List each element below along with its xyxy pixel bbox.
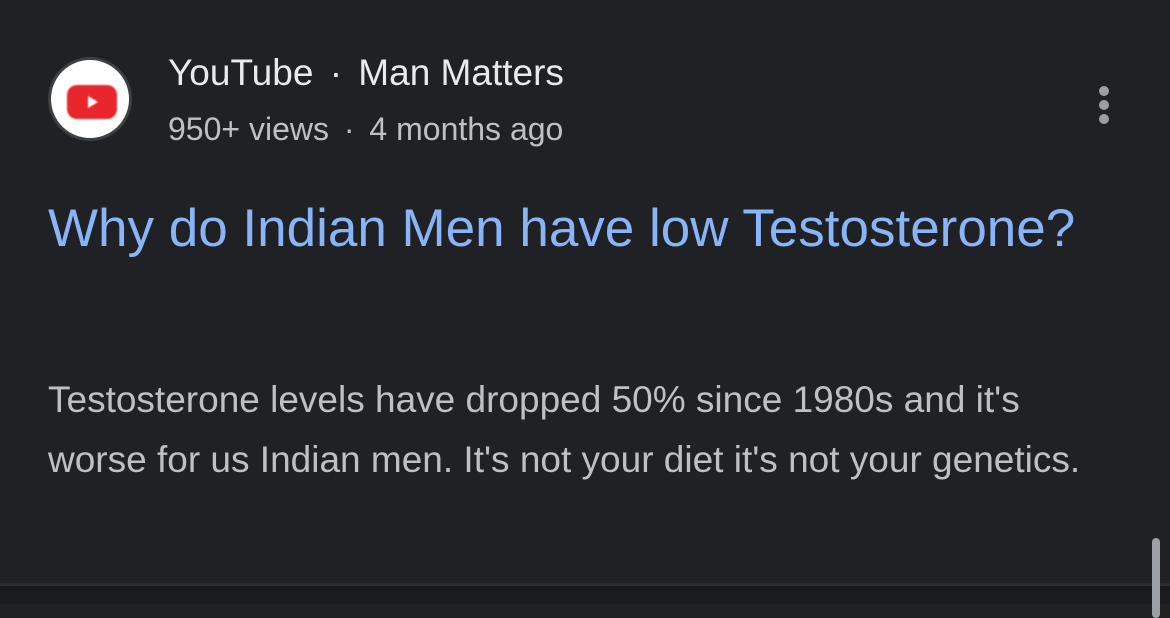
more-vert-icon-dot <box>1099 100 1109 110</box>
more-vert-icon-dot <box>1099 114 1109 124</box>
view-count: 950+ views <box>168 111 329 147</box>
meta-separator: · <box>343 111 355 147</box>
scrollbar-thumb[interactable] <box>1152 538 1160 618</box>
result-snippet: Testosterone levels have dropped 50% sin… <box>48 379 1081 480</box>
search-result-card: YouTube · Man Matters 950+ views · 4 mon… <box>0 0 1170 583</box>
source-logo[interactable] <box>48 57 132 141</box>
next-card-edge <box>0 604 1170 618</box>
source-line[interactable]: YouTube · Man Matters <box>168 52 564 94</box>
next-result-card <box>0 586 1170 604</box>
channel-name: Man Matters <box>358 52 564 93</box>
source-name: YouTube <box>168 52 314 93</box>
play-icon <box>88 96 98 108</box>
more-options-button[interactable] <box>1084 82 1124 128</box>
result-meta: 950+ views · 4 months ago <box>168 110 563 148</box>
youtube-logo-icon <box>67 85 117 119</box>
result-title-link[interactable]: Why do Indian Men have low Testosterone? <box>48 190 1108 268</box>
publish-age: 4 months ago <box>369 111 564 147</box>
more-vert-icon <box>1099 86 1109 96</box>
source-separator: · <box>329 52 343 93</box>
